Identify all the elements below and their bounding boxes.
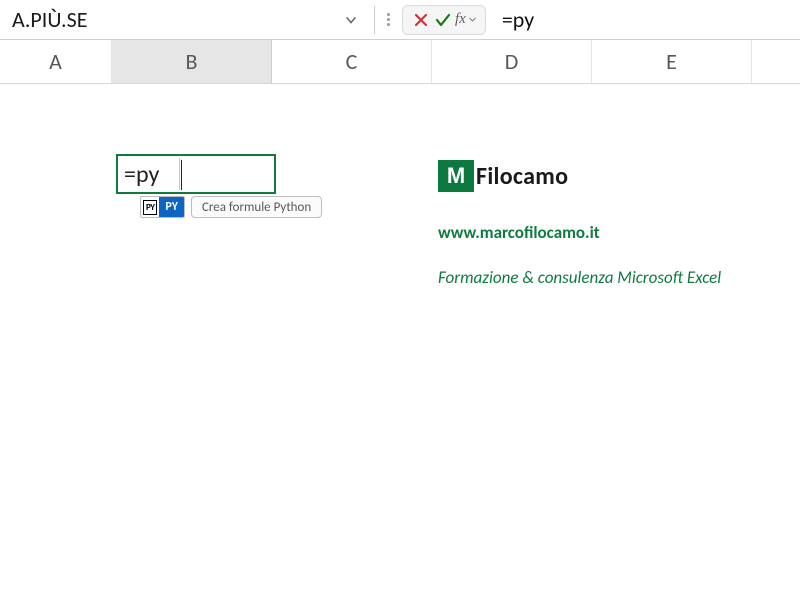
formula-bar-value: =py — [502, 6, 534, 33]
tooltip-text: Crea formule Python — [202, 200, 311, 215]
text-cursor — [181, 160, 182, 190]
insert-function-button[interactable]: fx — [455, 11, 477, 28]
brand-tagline: Formazione & consulenza Microsoft Excel — [438, 267, 721, 288]
brand-mark-icon: M — [438, 160, 474, 192]
brand-name: Filocamo — [476, 162, 568, 191]
cell-split-line — [179, 158, 180, 190]
name-box[interactable]: A.PIÙ.SE — [4, 0, 366, 39]
autocomplete-label: PY — [159, 197, 184, 217]
divider — [374, 6, 375, 34]
column-header[interactable]: C — [272, 40, 432, 83]
formula-controls: fx — [402, 5, 486, 35]
sheet-area[interactable]: =py PY PY Crea formule Python M Filocamo… — [0, 84, 800, 600]
column-header[interactable]: D — [432, 40, 592, 83]
python-icon: PY — [143, 200, 157, 215]
brand-block: M Filocamo www.marcofilocamo.it Formazio… — [438, 160, 721, 288]
brand-url: www.marcofilocamo.it — [438, 222, 721, 243]
column-header[interactable]: A — [0, 40, 112, 83]
enter-button[interactable] — [433, 10, 453, 30]
formula-bar-input[interactable]: =py — [494, 0, 796, 39]
cancel-button[interactable] — [411, 10, 431, 30]
cell-value: =py — [124, 160, 159, 189]
chevron-down-icon — [344, 13, 358, 27]
column-header[interactable]: B — [112, 40, 272, 83]
grip-handle-icon[interactable] — [383, 13, 394, 26]
column-header-row: A B C D E — [0, 40, 800, 84]
autocomplete-item[interactable]: PY PY — [140, 196, 185, 218]
formula-bar-row: A.PIÙ.SE fx =py — [0, 0, 800, 40]
brand-logo: M Filocamo — [438, 160, 721, 192]
chevron-down-icon — [468, 15, 477, 24]
autocomplete-tooltip: Crea formule Python — [191, 196, 322, 218]
editing-cell[interactable]: =py — [116, 154, 276, 194]
column-header[interactable]: E — [592, 40, 752, 83]
name-box-value: A.PIÙ.SE — [12, 6, 344, 33]
formula-autocomplete: PY PY Crea formule Python — [140, 196, 322, 218]
fx-label-text: fx — [455, 11, 466, 28]
